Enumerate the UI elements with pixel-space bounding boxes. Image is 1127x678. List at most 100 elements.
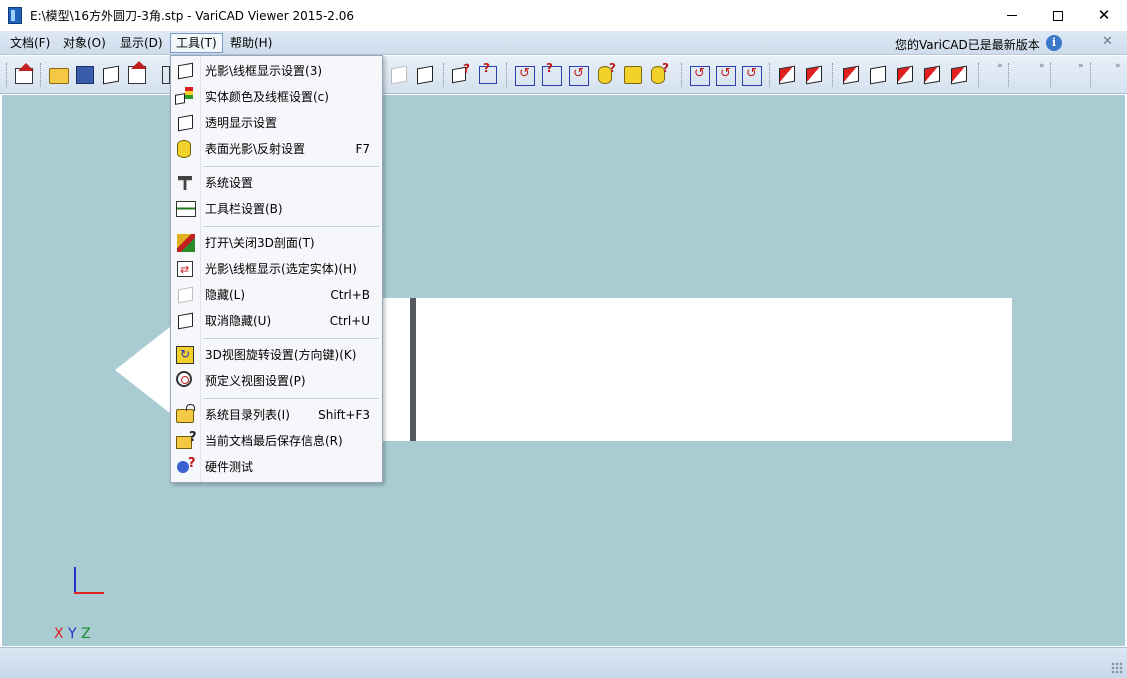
- menu-item-3d-section[interactable]: 打开\关闭3D剖面(T): [171, 230, 382, 256]
- toolbar-separator: [1008, 63, 1010, 87]
- menu-file[interactable]: 文档(F): [5, 33, 55, 53]
- menu-item-label: 工具栏设置(B): [205, 202, 283, 216]
- view-left-icon[interactable]: [924, 65, 940, 85]
- menu-item-label: 3D视图旋转设置(方向键)(K): [205, 348, 357, 362]
- measure-point-icon[interactable]: [515, 66, 535, 86]
- menu-separator: [203, 226, 379, 227]
- menu-item-shading-settings[interactable]: 光影\线框显示设置(3): [171, 58, 382, 84]
- menu-item-shortcut: Ctrl+U: [329, 314, 370, 328]
- maximize-button[interactable]: [1035, 0, 1081, 31]
- folder-lock-icon: [176, 404, 195, 423]
- cube-icon: [175, 93, 185, 105]
- toolbar-separator: [443, 63, 445, 87]
- menu-object[interactable]: 对象(O): [58, 33, 111, 53]
- app-icon: [8, 7, 22, 24]
- maximize-icon: [1053, 10, 1063, 21]
- wireframe-cube-icon[interactable]: [417, 65, 433, 85]
- axis-y-label: Y: [68, 626, 77, 642]
- menu-tools[interactable]: 工具(T): [170, 33, 223, 53]
- distance-info-icon[interactable]: [479, 61, 501, 84]
- menu-item-toolbar-settings[interactable]: 工具栏设置(B): [171, 196, 382, 222]
- menu-item-transparency[interactable]: 透明显示设置: [171, 110, 382, 136]
- view-back-icon[interactable]: [951, 65, 967, 85]
- measure-icon[interactable]: [162, 66, 170, 84]
- color-palette-icon: [185, 87, 193, 99]
- cube-icon: [178, 312, 193, 330]
- toolbar-separator: [1050, 63, 1052, 87]
- menu-item-shortcut: F7: [355, 142, 370, 156]
- model-groove[interactable]: [410, 298, 416, 441]
- toolbar-separator: [832, 63, 834, 87]
- print-icon[interactable]: [128, 61, 147, 84]
- view-axes-icon[interactable]: [690, 66, 710, 86]
- menu-item-label: 打开\关闭3D剖面(T): [205, 236, 315, 250]
- toolbar-separator: [1090, 63, 1092, 87]
- menu-item-solid-color[interactable]: 实体颜色及线框设置(c): [171, 84, 382, 110]
- toolbar-separator: [769, 63, 771, 87]
- menu-item-last-save-info[interactable]: 当前文档最后保存信息(R): [171, 425, 382, 454]
- resize-grip-icon[interactable]: [1111, 662, 1123, 674]
- view-fit-icon[interactable]: [716, 66, 736, 86]
- minimize-button[interactable]: [989, 0, 1035, 31]
- toolbar-separator: [978, 63, 980, 87]
- view-top-icon[interactable]: [870, 65, 886, 85]
- menu-bar: 文档(F) 对象(O) 显示(D) 工具(T) 帮助(H) 您的VariCAD已…: [0, 31, 1127, 55]
- menu-item-label: 系统目录列表(I): [205, 408, 290, 422]
- view-rotate-icon[interactable]: [742, 66, 762, 86]
- cube-icon: [178, 114, 193, 132]
- menu-display[interactable]: 显示(D): [115, 33, 168, 53]
- menu-item-predefined-views[interactable]: 预定义视图设置(P): [171, 368, 382, 394]
- toolbar-overflow-icon[interactable]: »: [1078, 61, 1084, 71]
- view-right-icon[interactable]: [897, 65, 913, 85]
- toolbar-overflow-icon[interactable]: »: [1039, 61, 1045, 71]
- measure-angle-icon[interactable]: [624, 66, 642, 84]
- toolbar-overflow-icon[interactable]: »: [997, 61, 1003, 71]
- menu-item-shading-selected[interactable]: 光影\线框显示(选定实体)(H): [171, 256, 382, 283]
- measure-edge-icon[interactable]: [569, 66, 589, 86]
- export-icon[interactable]: [103, 65, 119, 85]
- measure-cylinder-icon[interactable]: [598, 61, 616, 84]
- menu-item-unhide[interactable]: 取消隐藏(U) Ctrl+U: [171, 308, 382, 334]
- menu-item-surface-reflection[interactable]: 表面光影\反射设置 F7: [171, 136, 382, 162]
- toolbar-grip[interactable]: [6, 63, 8, 87]
- object-info-icon[interactable]: [452, 66, 466, 84]
- menu-item-hardware-test[interactable]: 硬件测试: [171, 451, 382, 480]
- view-front-icon[interactable]: [843, 65, 859, 85]
- measure-axis-icon[interactable]: [542, 61, 566, 86]
- save-icon[interactable]: [76, 66, 94, 84]
- view-previous-icon[interactable]: [779, 65, 795, 85]
- toolbar-separator: [40, 63, 42, 87]
- menu-item-label: 实体颜色及线框设置(c): [205, 90, 329, 104]
- menu-item-label: 当前文档最后保存信息(R): [205, 434, 343, 448]
- y-axis-line: [74, 567, 76, 594]
- menu-item-label: 光影\线框显示(选定实体)(H): [205, 262, 357, 276]
- tools-icon: [178, 176, 192, 190]
- x-axis-line: [74, 592, 104, 594]
- cylinder-icon: [177, 140, 191, 158]
- toolbar-overflow-icon[interactable]: »: [1115, 61, 1121, 71]
- menu-help[interactable]: 帮助(H): [225, 33, 277, 53]
- view-swap-icon[interactable]: [806, 65, 822, 85]
- cube-icon: [178, 62, 193, 80]
- close-button[interactable]: ✕: [1081, 0, 1127, 31]
- menu-item-system-settings[interactable]: 系统设置: [171, 170, 382, 196]
- menu-item-system-directories[interactable]: 系统目录列表(I) Shift+F3: [171, 402, 382, 428]
- folder-question-icon: [176, 425, 197, 451]
- home-icon[interactable]: [15, 63, 34, 84]
- minimize-icon: [1007, 15, 1017, 16]
- title-bar: E:\模型\16方外圆刀-3角.stp - VariCAD Viewer 201…: [0, 0, 1127, 31]
- toolbar-icon: [176, 201, 196, 217]
- toolbar-separator: [506, 63, 508, 87]
- menu-item-view-rotation[interactable]: 3D视图旋转设置(方向键)(K): [171, 341, 382, 368]
- info-icon[interactable]: i: [1046, 35, 1062, 51]
- open-folder-icon[interactable]: [49, 68, 69, 84]
- menu-item-shortcut: Shift+F3: [318, 408, 370, 422]
- model-body[interactable]: [382, 298, 1012, 441]
- menu-item-hide[interactable]: 隐藏(L) Ctrl+B: [171, 282, 382, 308]
- menubar-close-icon[interactable]: ✕: [1102, 34, 1113, 49]
- menu-item-label: 预定义视图设置(P): [205, 374, 306, 388]
- update-notice: 您的VariCAD已是最新版本: [895, 38, 1040, 52]
- mass-properties-icon[interactable]: [651, 61, 669, 84]
- model-tip[interactable]: [115, 323, 175, 417]
- hidden-cube-icon[interactable]: [391, 65, 407, 85]
